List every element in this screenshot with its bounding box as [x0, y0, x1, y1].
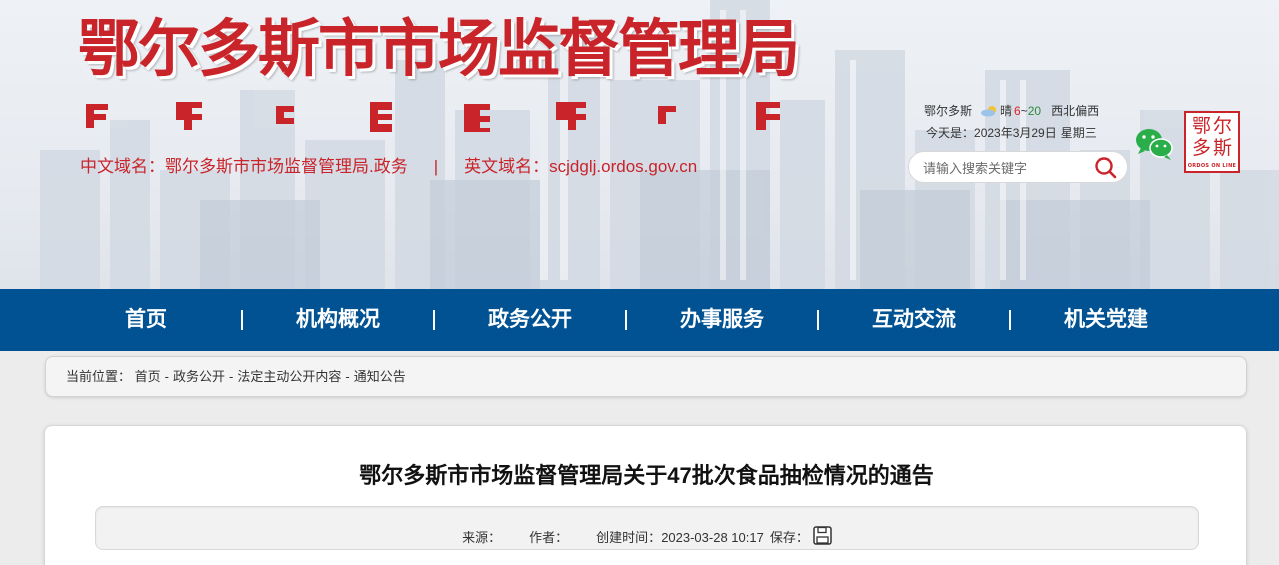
weather-city: 鄂尔多斯 — [924, 104, 973, 118]
breadcrumb-statutory-disclosure[interactable]: 法定主动公开内容 — [237, 369, 341, 384]
article-meta-bar: 来源： 作者： 创建时间：2023-03-28 10:17 保存： — [95, 506, 1199, 550]
site-header: 鄂尔多斯市市场监督管理局 中文域名：鄂尔多斯市市场监督管理局.政务 | 英文域名：s… — [0, 0, 1279, 289]
nav-item-interaction[interactable]: 互动交流 — [819, 289, 1009, 351]
weather-condition: 晴 — [1000, 104, 1013, 118]
breadcrumb-notices[interactable]: 通知公告 — [354, 369, 406, 384]
nav-item-organization[interactable]: 机构概况 — [243, 289, 433, 351]
weather-wind: 西北偏西 — [1051, 104, 1100, 118]
today-label: 今天是： — [926, 126, 975, 140]
breadcrumb-separator: - — [229, 369, 234, 384]
breadcrumb-government-affairs[interactable]: 政务公开 — [173, 369, 225, 384]
breadcrumb-separator: - — [164, 369, 169, 384]
cn-domain-text: 中文域名：鄂尔多斯市市场监督管理局.政务 — [80, 157, 408, 176]
nav-item-party-building[interactable]: 机关党建 — [1011, 289, 1201, 351]
breadcrumb: 当前位置： 首页 - 政务公开 - 法定主动公开内容 - 通知公告 — [45, 356, 1247, 397]
save-icon[interactable] — [813, 526, 832, 545]
wechat-icon[interactable] — [1134, 126, 1174, 162]
article-panel: 鄂尔多斯市市场监督管理局关于47批次食品抽检情况的通告 来源： 作者： 创建时间：2… — [44, 425, 1247, 565]
breadcrumb-separator: - — [345, 369, 350, 384]
site-title: 鄂尔多斯市市场监督管理局 — [78, 12, 800, 85]
mongolian-script-title — [86, 102, 780, 132]
cloud-sun-icon — [981, 106, 997, 117]
nav-item-government-affairs[interactable]: 政务公开 — [435, 289, 625, 351]
created-value: 2023-03-28 10:17 — [661, 530, 764, 545]
search-icon[interactable] — [1093, 156, 1119, 180]
source-label: 来源： — [462, 530, 502, 545]
domain-separator: | — [433, 157, 439, 176]
logo-text: 鄂尔多斯 — [1191, 115, 1234, 159]
created-label: 创建时间： — [596, 530, 662, 545]
article-meta: 来源： 作者： 创建时间：2023-03-28 10:17 保存： — [96, 526, 1198, 546]
ordos-online-logo[interactable]: 鄂尔多斯 ORDOS ON LINE — [1184, 111, 1240, 173]
domain-info: 中文域名：鄂尔多斯市市场监督管理局.政务 | 英文域名：scjdglj.ordos.… — [80, 152, 697, 177]
save-label: 保存： — [769, 530, 809, 545]
nav-item-home[interactable]: 首页 — [50, 289, 242, 351]
search-box — [908, 151, 1128, 183]
search-input[interactable] — [923, 158, 1093, 178]
temp-low: 6 — [1014, 104, 1021, 118]
article-title: 鄂尔多斯市市场监督管理局关于47批次食品抽检情况的通告 — [359, 463, 934, 488]
nav-item-services[interactable]: 办事服务 — [627, 289, 817, 351]
today-weekday: 星期三 — [1060, 126, 1097, 140]
temp-high: 20 — [1027, 104, 1042, 118]
today-date: 2023年3月29日 — [974, 126, 1057, 140]
breadcrumb-home[interactable]: 首页 — [135, 369, 161, 384]
author-label: 作者： — [529, 530, 569, 545]
logo-subtext: ORDOS ON LINE — [1187, 163, 1237, 169]
temp-separator: ~ — [1020, 104, 1028, 118]
weather-widget: 鄂尔多斯 晴 6 ~ 20 西北偏西 今天是： 2023年3月29日 星期三 — [924, 100, 1099, 144]
main-nav: 首页 机构概况 政务公开 办事服务 互动交流 机关党建 — [0, 289, 1279, 351]
breadcrumb-prefix: 当前位置： — [66, 369, 132, 384]
en-domain-text: 英文域名：scjdglj.ordos.gov.cn — [464, 157, 698, 176]
